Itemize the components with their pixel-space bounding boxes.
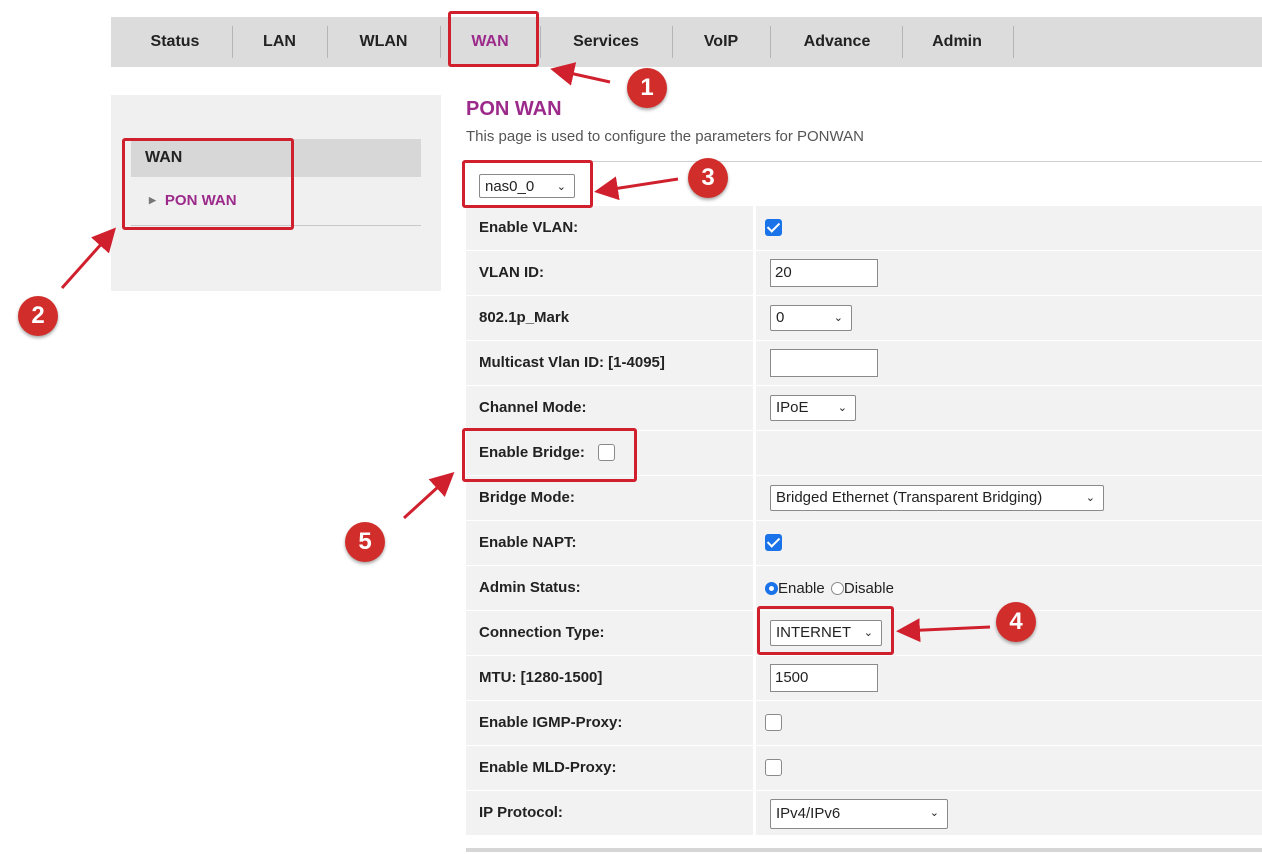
multicast-vlan-input[interactable] <box>770 349 878 377</box>
field-label: Multicast Vlan ID: [1-4095] <box>466 341 753 385</box>
arrow-3 <box>594 176 679 201</box>
mld-proxy-checkbox[interactable] <box>765 759 782 776</box>
field-label: MTU: [1280-1500] <box>466 656 753 700</box>
tab-voip[interactable]: VoIP <box>675 17 767 67</box>
highlight-box-enable-bridge <box>462 428 637 482</box>
tab-wlan[interactable]: WLAN <box>330 17 437 67</box>
highlight-box-interface <box>462 160 593 208</box>
field-label: IP Protocol: <box>466 791 753 835</box>
field-label: Admin Status: <box>466 566 753 610</box>
table-row: Enable NAPT: <box>466 521 1262 566</box>
igmp-proxy-checkbox[interactable] <box>765 714 782 731</box>
arrow-2 <box>60 227 116 289</box>
table-row: Admin Status: Enable Disable <box>466 566 1262 611</box>
field-label: Channel Mode: <box>466 386 753 430</box>
vlan-id-input[interactable]: 20 <box>770 259 878 287</box>
table-row: VLAN ID: 20 <box>466 251 1262 296</box>
top-nav: Status LAN WLAN WAN Services VoIP Advanc… <box>111 17 1262 67</box>
ip-protocol-select[interactable]: IPv4/IPv6 ⌄ <box>770 799 948 829</box>
select-value: Bridged Ethernet (Transparent Bridging) <box>776 489 1043 506</box>
table-row: Enable VLAN: <box>466 206 1262 251</box>
table-row: Enable MLD-Proxy: <box>466 746 1262 791</box>
channel-mode-select[interactable]: IPoE ⌄ <box>770 395 856 421</box>
divider <box>466 848 1262 852</box>
chevron-down-icon: ⌄ <box>837 402 847 414</box>
step-badge-1: 1 <box>627 68 667 108</box>
admin-enable-radio[interactable] <box>765 582 778 595</box>
table-row: 802.1p_Mark 0 ⌄ <box>466 296 1262 341</box>
bridge-mode-select[interactable]: Bridged Ethernet (Transparent Bridging) … <box>770 485 1104 511</box>
tab-lan[interactable]: LAN <box>235 17 324 67</box>
field-label: Connection Type: <box>466 611 753 655</box>
field-label: Enable NAPT: <box>466 521 753 565</box>
step-badge-2: 2 <box>18 296 58 336</box>
tab-services[interactable]: Services <box>543 17 669 67</box>
page-description: This page is used to configure the param… <box>466 128 864 145</box>
chevron-down-icon: ⌄ <box>1085 492 1095 504</box>
mtu-input[interactable]: 1500 <box>770 664 878 692</box>
step-badge-5: 5 <box>345 522 385 562</box>
tab-divider <box>327 26 328 58</box>
field-label: Bridge Mode: <box>466 476 753 520</box>
select-value: IPv4/IPv6 <box>776 805 841 822</box>
field-label: Enable MLD-Proxy: <box>466 746 753 790</box>
tab-divider <box>440 26 441 58</box>
table-row: MTU: [1280-1500] 1500 <box>466 656 1262 701</box>
field-label: 802.1p_Mark <box>466 296 753 340</box>
arrow-1 <box>550 62 611 86</box>
arrow-5 <box>402 471 455 520</box>
highlight-box-connection-type <box>757 606 894 655</box>
wan-config-table: Enable VLAN: VLAN ID: 20 802.1p_Mark 0 ⌄… <box>466 206 1262 836</box>
highlight-box-wan-tab <box>448 11 539 67</box>
table-row: Channel Mode: IPoE ⌄ <box>466 386 1262 431</box>
field-label: Enable IGMP-Proxy: <box>466 701 753 745</box>
tab-admin[interactable]: Admin <box>905 17 1009 67</box>
admin-disable-radio[interactable] <box>830 582 844 595</box>
table-row: Enable IGMP-Proxy: <box>466 701 1262 746</box>
select-value: 0 <box>776 309 785 326</box>
chevron-down-icon: ⌄ <box>833 312 843 324</box>
enable-napt-checkbox[interactable] <box>765 534 782 551</box>
radio-label: Disable <box>843 580 894 597</box>
highlight-box-sidebar <box>122 138 294 230</box>
table-row: Multicast Vlan ID: [1-4095] <box>466 341 1262 386</box>
enable-vlan-checkbox[interactable] <box>765 219 782 236</box>
step-badge-3: 3 <box>688 158 728 198</box>
chevron-down-icon: ⌄ <box>929 807 939 819</box>
tab-divider <box>902 26 903 58</box>
8021p-mark-select[interactable]: 0 ⌄ <box>770 305 852 331</box>
field-label: VLAN ID: <box>466 251 753 295</box>
tab-divider <box>232 26 233 58</box>
step-badge-4: 4 <box>996 602 1036 642</box>
tab-advance[interactable]: Advance <box>773 17 901 67</box>
radio-label: Enable <box>778 580 825 597</box>
tab-divider <box>770 26 771 58</box>
tab-divider <box>1013 26 1014 58</box>
tab-divider <box>672 26 673 58</box>
page-title: PON WAN <box>466 98 562 120</box>
table-row: Bridge Mode: Bridged Ethernet (Transpare… <box>466 476 1262 521</box>
field-label: Enable VLAN: <box>466 206 753 250</box>
tab-status[interactable]: Status <box>121 17 229 67</box>
table-row: IP Protocol: IPv4/IPv6 ⌄ <box>466 791 1262 836</box>
select-value: IPoE <box>776 399 809 416</box>
tab-divider <box>540 26 541 58</box>
